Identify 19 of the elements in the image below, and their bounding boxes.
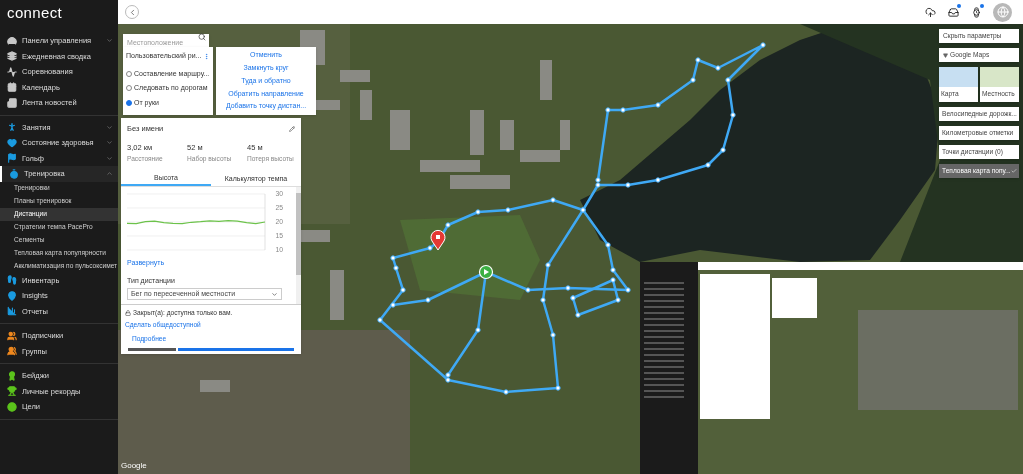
- globe-icon: [996, 6, 1009, 18]
- watch-button[interactable]: [970, 6, 982, 18]
- chevron-up-icon: [106, 170, 113, 178]
- cloud-upload-button[interactable]: [924, 6, 936, 18]
- scrollbar[interactable]: [296, 187, 301, 305]
- check-icon: [1010, 168, 1017, 174]
- map-attribution: Google: [121, 460, 147, 472]
- finish-marker-icon[interactable]: [430, 229, 446, 251]
- edit-icon[interactable]: [289, 125, 295, 132]
- lock-icon: [125, 310, 131, 317]
- app-logo[interactable]: connect: [7, 4, 63, 20]
- chevron-down-icon: [106, 37, 113, 45]
- caret-icon: [943, 52, 948, 58]
- save-button[interactable]: [178, 348, 294, 352]
- inbox-button[interactable]: [947, 6, 959, 18]
- cancel-button[interactable]: [128, 348, 176, 352]
- chevron-down-icon: [271, 290, 278, 298]
- radio-button[interactable]: [126, 99, 132, 106]
- search-icon: [198, 32, 206, 41]
